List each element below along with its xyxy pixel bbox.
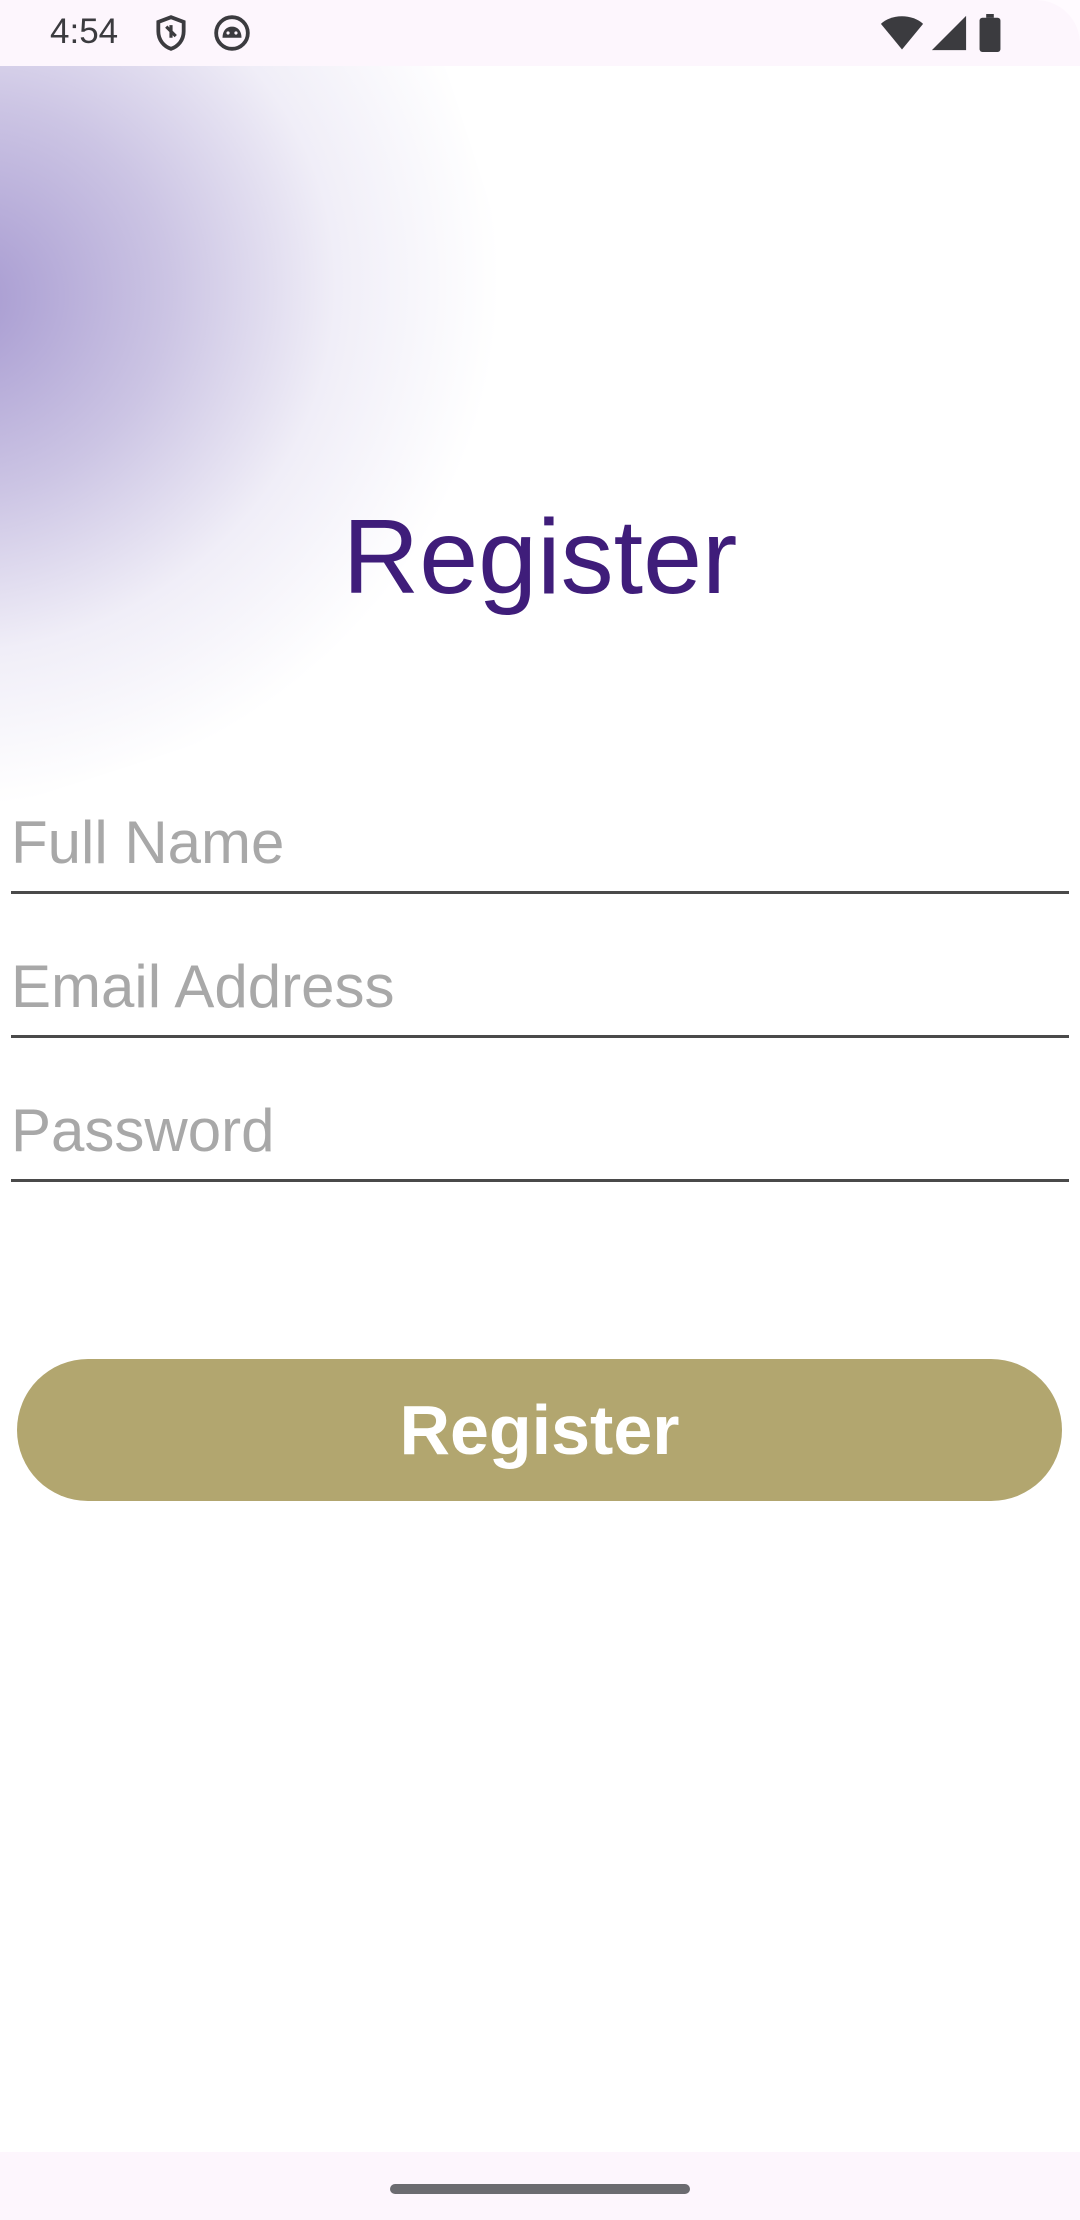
android-icon	[213, 14, 251, 52]
status-time: 4:54	[50, 12, 119, 51]
password-field[interactable]	[11, 1082, 1069, 1182]
content-area: Register Register	[0, 66, 1080, 2152]
background-glow	[0, 66, 621, 842]
wifi-icon	[880, 14, 924, 52]
register-screen: 4:54 Register Full Name Email Address Re…	[0, 0, 1080, 2220]
email-field[interactable]	[11, 938, 1069, 1038]
battery-icon	[978, 14, 1002, 52]
shield-icon	[152, 14, 190, 52]
status-bar: 4:54	[0, 0, 1080, 66]
register-button[interactable]: Register	[17, 1359, 1062, 1501]
navigation-bar	[0, 2152, 1080, 2220]
full-name-field[interactable]	[11, 794, 1069, 894]
signal-icon	[930, 14, 968, 52]
home-gesture-handle[interactable]	[390, 2184, 690, 2194]
page-title: Register	[342, 498, 738, 616]
